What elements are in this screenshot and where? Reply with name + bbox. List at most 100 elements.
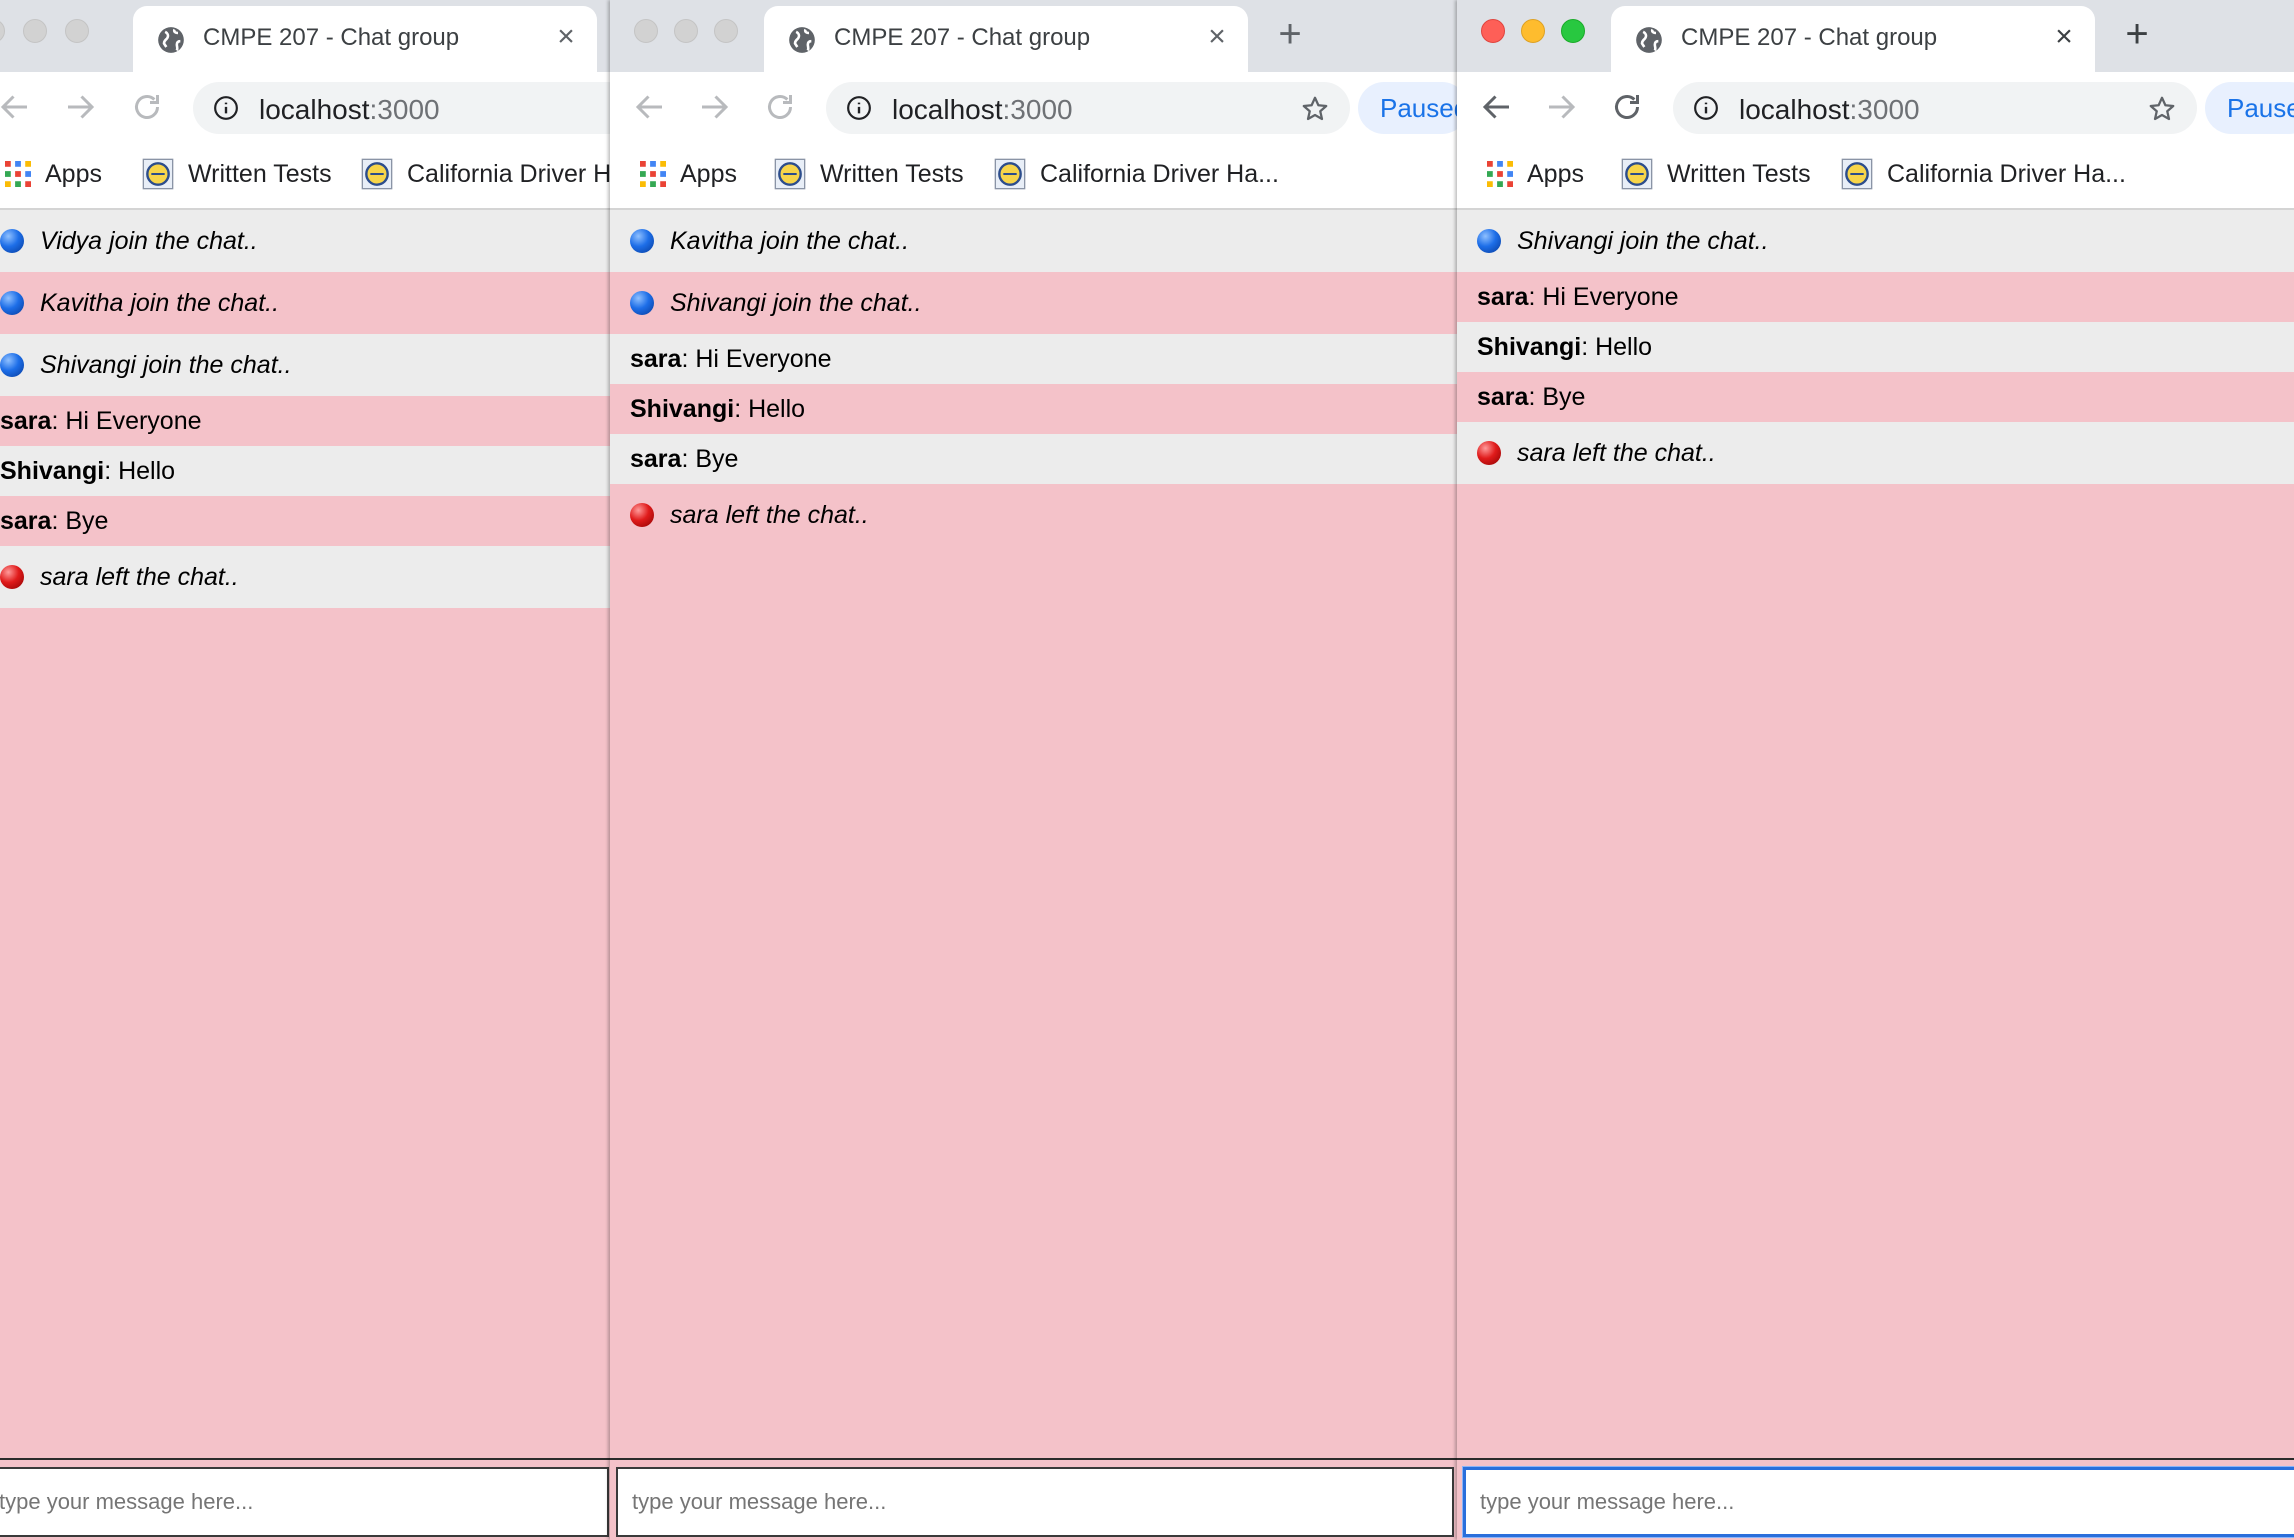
bookmarks-bar: Apps Written Tests California Driver Ha — [0, 142, 610, 210]
tab-strip: CMPE 207 - Chat group × — [0, 0, 610, 72]
address-bar[interactable]: localhost:3000 — [1673, 82, 2197, 134]
url-text: localhost:3000 — [259, 94, 440, 125]
status-message: sara left the chat.. — [1457, 422, 2294, 484]
message-text: : Hello — [104, 457, 176, 485]
bookmark-california-label: California Driver Ha... — [1887, 160, 2126, 188]
tab-title: CMPE 207 - Chat group — [834, 24, 1091, 51]
browser-window-1: CMPE 207 - Chat group × localhost:3000 A… — [0, 0, 610, 1540]
bookmarks-bar: Apps Written Tests California Driver Ha.… — [610, 142, 1458, 210]
message-input[interactable] — [0, 1467, 609, 1537]
message-text: : Hi Everyone — [51, 407, 202, 435]
bookmark-star-icon[interactable] — [1300, 94, 1330, 124]
blue-dot-icon — [630, 229, 654, 253]
back-icon[interactable] — [632, 89, 668, 125]
message-composer — [0, 1458, 610, 1540]
tab-strip: CMPE 207 - Chat group × + — [1457, 0, 2294, 72]
close-window-button[interactable] — [1481, 19, 1505, 43]
message-sender: sara — [630, 345, 682, 373]
new-tab-icon[interactable]: + — [2117, 14, 2157, 54]
address-bar[interactable]: localhost:3000 — [193, 82, 610, 134]
site-info-icon[interactable] — [213, 95, 239, 121]
tab-chat-group[interactable]: CMPE 207 - Chat group × — [1611, 6, 2095, 72]
browser-toolbar: localhost:3000 Paused — [1457, 72, 2294, 142]
chat-message: Shivangi: Hello — [0, 446, 610, 496]
bookmark-california[interactable]: California Driver Ha... — [1841, 156, 2126, 192]
red-dot-icon — [1477, 441, 1501, 465]
reload-icon[interactable] — [129, 89, 165, 125]
site-info-icon[interactable] — [1693, 95, 1719, 121]
zoom-window-button[interactable] — [714, 19, 738, 43]
paused-profile-button[interactable]: Paused — [2205, 82, 2294, 134]
message-text: : Bye — [1528, 383, 1586, 411]
reload-icon[interactable] — [762, 89, 798, 125]
close-tab-icon[interactable]: × — [551, 22, 581, 52]
paused-profile-button[interactable]: Paused — [1358, 82, 1458, 134]
globe-icon — [789, 27, 815, 53]
chat-message: sara: Hi Everyone — [1457, 272, 2294, 322]
tab-strip: CMPE 207 - Chat group × + — [610, 0, 1458, 72]
browser-toolbar: localhost:3000 Paused — [610, 72, 1458, 142]
bookmark-apps[interactable]: Apps — [5, 156, 102, 192]
blue-dot-icon — [0, 229, 24, 253]
close-window-button[interactable] — [0, 19, 5, 43]
url-text: localhost:3000 — [1739, 94, 1920, 125]
tab-chat-group[interactable]: CMPE 207 - Chat group × — [133, 6, 597, 72]
bookmark-apps[interactable]: Apps — [1487, 156, 1584, 192]
message-text: : Hello — [734, 395, 806, 423]
message-text: : Hi Everyone — [1528, 283, 1679, 311]
zoom-window-button[interactable] — [1561, 19, 1585, 43]
bookmark-california-label: California Driver Ha... — [1040, 160, 1279, 188]
red-dot-icon — [0, 565, 24, 589]
bookmark-written-tests[interactable]: Written Tests — [142, 156, 332, 192]
browser-window-3: CMPE 207 - Chat group × + localhost:3000… — [1457, 0, 2294, 1540]
minimize-window-button[interactable] — [23, 19, 47, 43]
chat-message: sara: Bye — [610, 434, 1458, 484]
bookmark-written-tests[interactable]: Written Tests — [1621, 156, 1811, 192]
tab-title: CMPE 207 - Chat group — [1681, 24, 1938, 51]
message-input[interactable] — [1463, 1467, 2294, 1537]
dmv-seal-icon — [142, 158, 174, 190]
status-message: Vidya join the chat.. — [0, 210, 610, 272]
bookmark-apps-label: Apps — [680, 160, 737, 188]
forward-icon[interactable] — [62, 89, 98, 125]
dmv-seal-icon — [1841, 158, 1873, 190]
bookmarks-bar: Apps Written Tests California Driver Ha.… — [1457, 142, 2294, 210]
back-icon[interactable] — [0, 89, 33, 125]
red-dot-icon — [630, 503, 654, 527]
forward-icon[interactable] — [696, 89, 732, 125]
message-sender: sara — [630, 445, 682, 473]
status-message: Shivangi join the chat.. — [1457, 210, 2294, 272]
zoom-window-button[interactable] — [65, 19, 89, 43]
bookmark-california[interactable]: California Driver Ha... — [994, 156, 1279, 192]
bookmark-star-icon[interactable] — [2147, 94, 2177, 124]
site-info-icon[interactable] — [846, 95, 872, 121]
message-sender: sara — [1477, 283, 1529, 311]
blue-dot-icon — [1477, 229, 1501, 253]
minimize-window-button[interactable] — [674, 19, 698, 43]
close-tab-icon[interactable]: × — [2049, 22, 2079, 52]
bookmark-california-label: California Driver Ha — [407, 160, 610, 188]
close-tab-icon[interactable]: × — [1202, 22, 1232, 52]
address-bar[interactable]: localhost:3000 — [826, 82, 1350, 134]
message-list: Kavitha join the chat.. Shivangi join th… — [610, 210, 1458, 546]
bookmark-apps[interactable]: Apps — [640, 156, 737, 192]
minimize-window-button[interactable] — [1521, 19, 1545, 43]
message-sender: sara — [0, 407, 52, 435]
back-icon[interactable] — [1479, 89, 1515, 125]
message-sender: Shivangi — [1477, 333, 1582, 361]
bookmark-apps-label: Apps — [1527, 160, 1584, 188]
message-sender: sara — [0, 507, 52, 535]
message-input[interactable] — [616, 1467, 1454, 1537]
bookmark-written-tests[interactable]: Written Tests — [774, 156, 964, 192]
close-window-button[interactable] — [634, 19, 658, 43]
chat-message: sara: Bye — [1457, 372, 2294, 422]
bookmark-apps-label: Apps — [45, 160, 102, 188]
tab-chat-group[interactable]: CMPE 207 - Chat group × — [764, 6, 1248, 72]
bookmark-california[interactable]: California Driver Ha — [361, 156, 610, 192]
blue-dot-icon — [0, 291, 24, 315]
chat-message: Shivangi: Hello — [1457, 322, 2294, 372]
apps-grid-icon — [1487, 161, 1513, 187]
forward-icon[interactable] — [1543, 89, 1579, 125]
new-tab-icon[interactable]: + — [1270, 14, 1310, 54]
reload-icon[interactable] — [1609, 89, 1645, 125]
